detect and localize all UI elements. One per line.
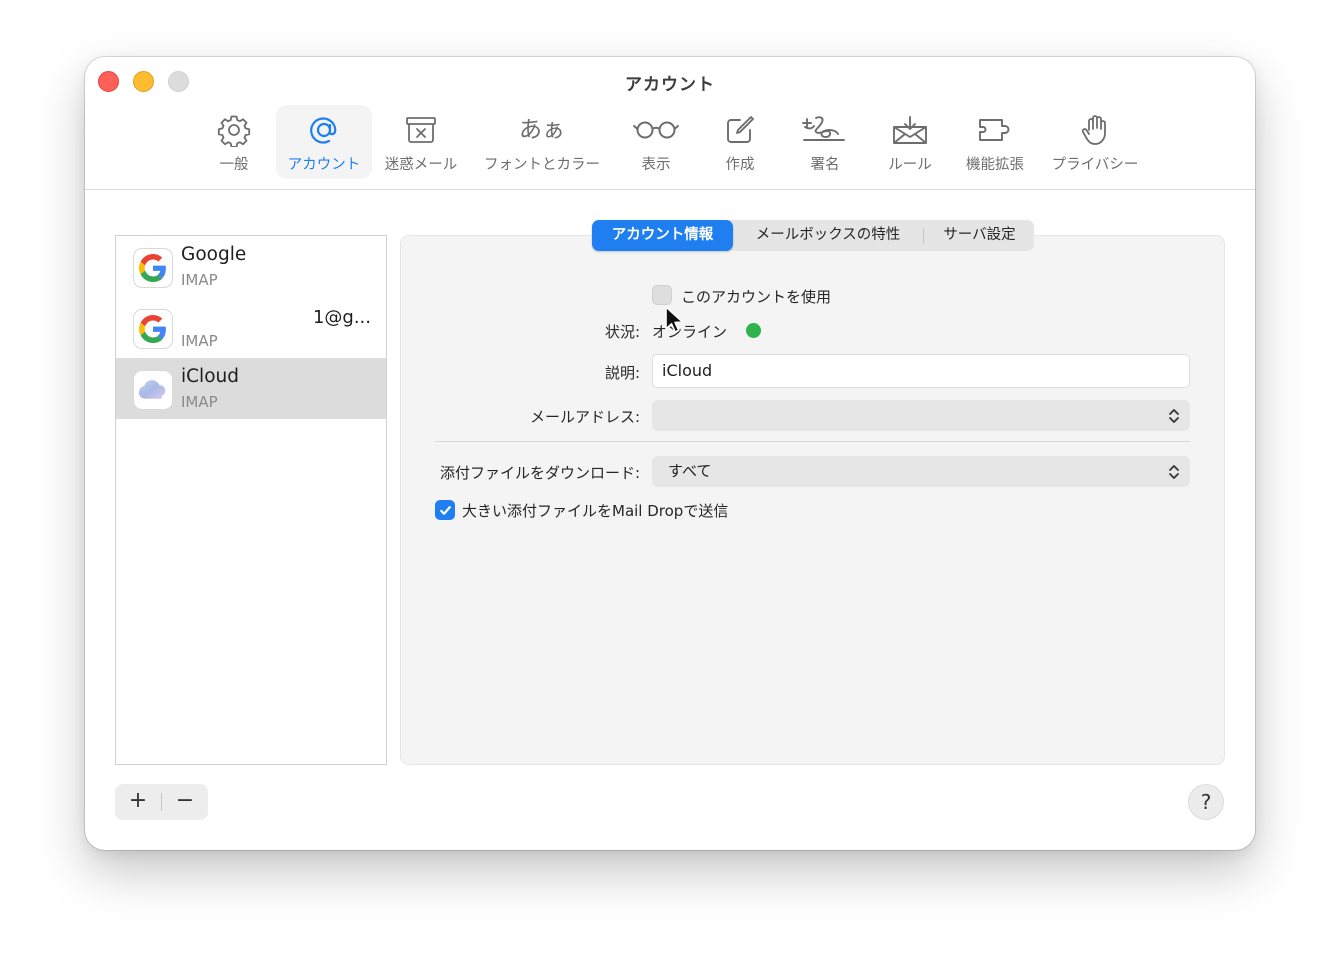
- remove-account-button[interactable]: −: [162, 784, 208, 820]
- account-row-google[interactable]: Google IMAP: [116, 236, 386, 297]
- status-indicator: [746, 323, 761, 338]
- account-type: IMAP: [181, 332, 218, 350]
- mouse-cursor-icon: [665, 306, 684, 333]
- account-type: IMAP: [181, 393, 218, 411]
- glasses-icon: [633, 121, 679, 139]
- account-list[interactable]: Google IMAP IMAP 1@g... iCloud IMAP: [115, 235, 387, 765]
- description-field[interactable]: iCloud: [652, 354, 1190, 388]
- chevron-updown-icon: [1169, 465, 1179, 479]
- google-logo-icon: [133, 309, 173, 349]
- tab-account-info[interactable]: アカウント情報: [592, 220, 733, 251]
- add-account-button[interactable]: +: [115, 784, 161, 820]
- tab-rules-label: ルール: [888, 157, 932, 173]
- tab-junk-mail[interactable]: 迷惑メール: [379, 105, 463, 179]
- at-sign-icon: [310, 117, 337, 144]
- use-account-label: このアカウントを使用: [681, 288, 832, 306]
- use-account-checkbox[interactable]: [652, 285, 672, 305]
- font-glyph-icon: あぁ: [519, 117, 565, 143]
- icloud-icon: [133, 370, 173, 410]
- preferences-window: アカウント 一般 アカウント 迷惑メール あぁ フォントとカラー 表示 作成 署…: [85, 57, 1255, 850]
- rules-envelope-icon: [893, 116, 927, 144]
- tab-extensions[interactable]: 機能拡張: [957, 105, 1033, 179]
- signature-icon: [802, 116, 845, 141]
- tab-extensions-label: 機能拡張: [966, 157, 1024, 173]
- account-tabs: アカウント情報 メールボックスの特性 サーバ設定: [592, 220, 1034, 251]
- tab-privacy-label: プライバシー: [1051, 157, 1139, 173]
- tab-general[interactable]: 一般: [198, 105, 270, 179]
- download-attachments-popup[interactable]: すべて: [652, 456, 1190, 487]
- junk-trash-icon: [406, 117, 436, 143]
- gear-icon: [217, 115, 251, 147]
- account-name: iCloud: [181, 366, 239, 387]
- tab-signatures-label: 署名: [810, 157, 840, 173]
- extension-icon: [979, 119, 1010, 141]
- help-button[interactable]: ?: [1188, 784, 1224, 820]
- tab-rules[interactable]: ルール: [879, 105, 941, 179]
- tab-composing[interactable]: 作成: [711, 105, 769, 179]
- tab-privacy[interactable]: プライバシー: [1045, 105, 1145, 179]
- tab-signatures[interactable]: 署名: [791, 105, 859, 179]
- window-title: アカウント: [625, 75, 715, 95]
- mail-drop-label: 大きい添付ファイルをMail Dropで送信: [462, 502, 729, 520]
- account-row-google-2[interactable]: IMAP 1@g...: [116, 297, 386, 358]
- email-address-label: メールアドレス:: [529, 408, 640, 426]
- download-attachments-label: 添付ファイルをダウンロード:: [439, 464, 640, 482]
- chevron-updown-icon: [1169, 409, 1179, 423]
- account-row-icloud[interactable]: iCloud IMAP: [116, 358, 386, 419]
- tab-server-settings[interactable]: サーバ設定: [925, 220, 1034, 251]
- account-type: IMAP: [181, 271, 218, 289]
- google-logo-icon: [133, 248, 173, 288]
- account-name: Google: [181, 244, 247, 265]
- compose-icon: [727, 116, 754, 143]
- download-attachments-value: すべて: [668, 462, 712, 480]
- form-separator: [435, 441, 1190, 442]
- tab-viewing[interactable]: 表示: [625, 105, 687, 179]
- hand-icon: [1081, 115, 1106, 145]
- tab-composing-label: 作成: [725, 157, 755, 173]
- tab-accounts-label: アカウント: [287, 157, 361, 173]
- tab-viewing-label: 表示: [641, 157, 671, 173]
- account-email: 1@g...: [312, 307, 371, 328]
- list-edit-buttons: + −: [115, 784, 208, 820]
- description-label: 説明:: [604, 364, 640, 382]
- checkmark-icon: [439, 505, 451, 515]
- tab-fonts-colors[interactable]: あぁ フォントとカラー: [475, 105, 609, 179]
- mail-drop-checkbox[interactable]: [435, 500, 455, 520]
- tab-fonts-colors-label: フォントとカラー: [484, 157, 600, 173]
- toolbar-divider: [85, 189, 1255, 190]
- tab-junk-mail-label: 迷惑メール: [384, 157, 458, 173]
- tab-mailbox-behaviors[interactable]: メールボックスの特性: [735, 220, 921, 251]
- email-address-popup[interactable]: [652, 400, 1190, 431]
- status-label: 状況:: [604, 323, 640, 341]
- tab-separator: [923, 228, 924, 244]
- preferences-toolbar: 一般 アカウント 迷惑メール あぁ フォントとカラー 表示 作成 署名 ルール …: [85, 105, 1255, 189]
- tab-general-label: 一般: [219, 157, 249, 173]
- tab-accounts[interactable]: アカウント: [276, 105, 372, 179]
